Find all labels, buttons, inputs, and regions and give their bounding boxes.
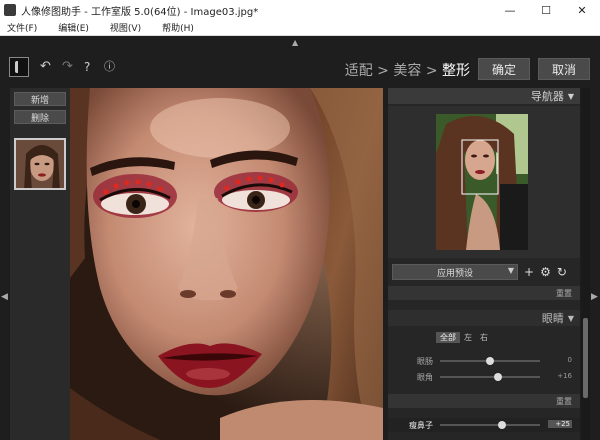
scrollbar-thumb[interactable] [583,318,588,398]
collapse-icon[interactable]: ▼ [568,92,574,101]
navigator-title: 导航器 [530,90,564,103]
slider-value: 0 [567,356,572,364]
cancel-button[interactable]: 取消 [538,58,590,80]
navigator-preview[interactable] [436,114,528,250]
step-separator: > [377,63,389,79]
workflow-steps: 适配 > 美容 > 整形 [345,60,470,80]
refresh-icon[interactable]: ↻ [557,265,567,279]
eyes-title: 眼睛 [541,312,564,325]
toolbar: ↶ ↷ ? ⓘ 适配 > 美容 > 整形 确定 取消 [0,48,600,88]
menu-edit[interactable]: 编辑(E) [58,21,89,34]
slider-track[interactable] [440,421,540,429]
step-reshape[interactable]: 整形 [442,63,470,79]
maximize-button[interactable]: ☐ [528,0,564,20]
photo-canvas[interactable] [70,88,383,440]
scrollbar[interactable] [581,88,590,440]
info-icon[interactable]: ⓘ [104,60,115,74]
thumbnail-panel: 新增 删除 [10,88,70,440]
new-button[interactable]: 新增 [14,92,66,106]
close-button[interactable]: ✕ [564,0,600,20]
segment-right[interactable]: 右 [478,332,490,343]
confirm-button[interactable]: 确定 [478,58,530,80]
navigator-header[interactable]: 导航器 ▼ [388,88,580,104]
slider-thumb[interactable] [498,421,506,429]
slider-value: +25 [548,420,572,428]
app-icon [4,4,16,16]
undo-icon[interactable]: ↶ [40,60,51,74]
collapse-icon[interactable]: ▼ [568,314,574,323]
collapse-up-icon[interactable]: ▲ [292,38,298,47]
reset-bar[interactable]: 重置 [388,394,580,408]
image-thumbnail[interactable] [14,138,66,190]
delete-button[interactable]: 删除 [14,110,66,124]
preset-selected: 应用预设 [436,268,473,279]
app-area: ▲ ↶ ↷ ? ⓘ 适配 > 美容 > 整形 确定 取消 新增 删除 ◀ 导航器… [0,36,600,440]
segment-left[interactable]: 左 [462,332,474,343]
redo-icon[interactable]: ↷ [62,60,73,74]
slider-thumb[interactable] [494,373,502,381]
collapse-left-icon[interactable]: ◀ [1,292,8,302]
step-beauty[interactable]: 美容 [393,63,421,79]
app-logo-icon [9,57,29,77]
slider-label: 眼角 [417,373,433,382]
slider-value: +16 [557,372,572,380]
reset-label: 重置 [556,396,572,406]
preset-dropdown[interactable]: 应用预设 ▼ [392,264,518,280]
title-bar: 人像修图助手 - 工作室版 5.0(64位) - Image03.jpg* — … [0,0,600,20]
navigator-box [388,106,580,258]
eyes-section-header[interactable]: 眼睛 ▼ [388,310,580,326]
slider-label: 眼肠 [417,357,433,366]
reset-label: 重置 [556,288,572,298]
slider-label: 瘦鼻子 [409,421,433,430]
menu-file[interactable]: 文件(F) [7,21,37,34]
nose-slider-row: 瘦鼻子 +25 [388,418,580,432]
chevron-down-icon: ▼ [507,266,514,275]
portrait-photo [70,88,383,440]
right-panel: 导航器 ▼ 应用预设 ▼ + ⚙ ↻ 重置 眼睛 ▼ 全部 左 右 眼肠 0 眼… [388,88,580,440]
help-icon[interactable]: ? [84,60,90,74]
slider-track[interactable] [440,357,540,365]
add-icon[interactable]: + [524,265,534,279]
menu-help[interactable]: 帮助(H) [162,21,194,34]
step-fit[interactable]: 适配 [345,63,373,79]
menu-view[interactable]: 视图(V) [110,21,141,34]
segment-all[interactable]: 全部 [436,332,460,343]
gear-icon[interactable]: ⚙ [540,265,551,279]
collapse-right-icon[interactable]: ▶ [591,292,598,302]
window-title: 人像修图助手 - 工作室版 5.0(64位) - Image03.jpg* [21,6,259,18]
slider-track[interactable] [440,373,540,381]
menu-bar: 文件(F) 编辑(E) 视图(V) 帮助(H) [0,20,600,36]
reset-bar[interactable]: 重置 [388,286,580,300]
minimize-button[interactable]: — [492,0,528,20]
step-separator: > [425,63,438,79]
preset-row: 应用预设 ▼ + ⚙ ↻ [392,264,567,280]
slider-thumb[interactable] [486,357,494,365]
